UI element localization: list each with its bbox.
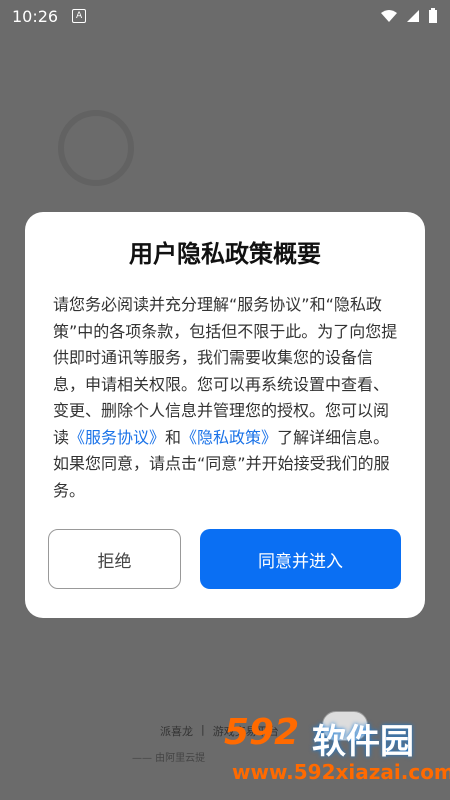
body-text-1: 请您务必阅读并充分理解“服务协议”和“隐私政策”中的各项条款，包括但不限于此。为… [53,295,398,447]
a-icon: A [72,9,87,23]
wifi-icon [381,10,397,22]
signal-icon [407,10,419,22]
accept-button[interactable]: 同意并进入 [200,529,401,589]
dialog-body: 请您务必阅读并充分理解“服务协议”和“隐私政策”中的各项条款，包括但不限于此。为… [53,292,401,504]
background-logo-icon [58,110,134,186]
brand-name: 派喜龙 [160,725,193,738]
watermark-text: 软件园 [312,722,414,762]
watermark-number: 592 [224,712,300,753]
brand-divider: | [201,723,205,736]
watermark-url: www.592xiazai.com [232,760,450,784]
service-agreement-link[interactable]: 《服务协议》 [69,428,165,447]
battery-icon [429,8,437,23]
status-bar: 10:26 A [0,0,450,32]
dialog-title: 用户隐私政策概要 [129,240,321,268]
watermark: 592 软件园 www.592xiazai.com [224,712,450,792]
body-and: 和 [165,427,182,447]
decline-button[interactable]: 拒绝 [48,529,181,589]
privacy-dialog: 用户隐私政策概要 请您务必阅读并充分理解“服务协议”和“隐私政策”中的各项条款，… [25,212,425,618]
brand-subtitle: —— 由阿里云提 [132,753,206,764]
status-time: 10:26 [12,6,59,26]
privacy-policy-link[interactable]: 《隐私政策》 [181,428,277,447]
